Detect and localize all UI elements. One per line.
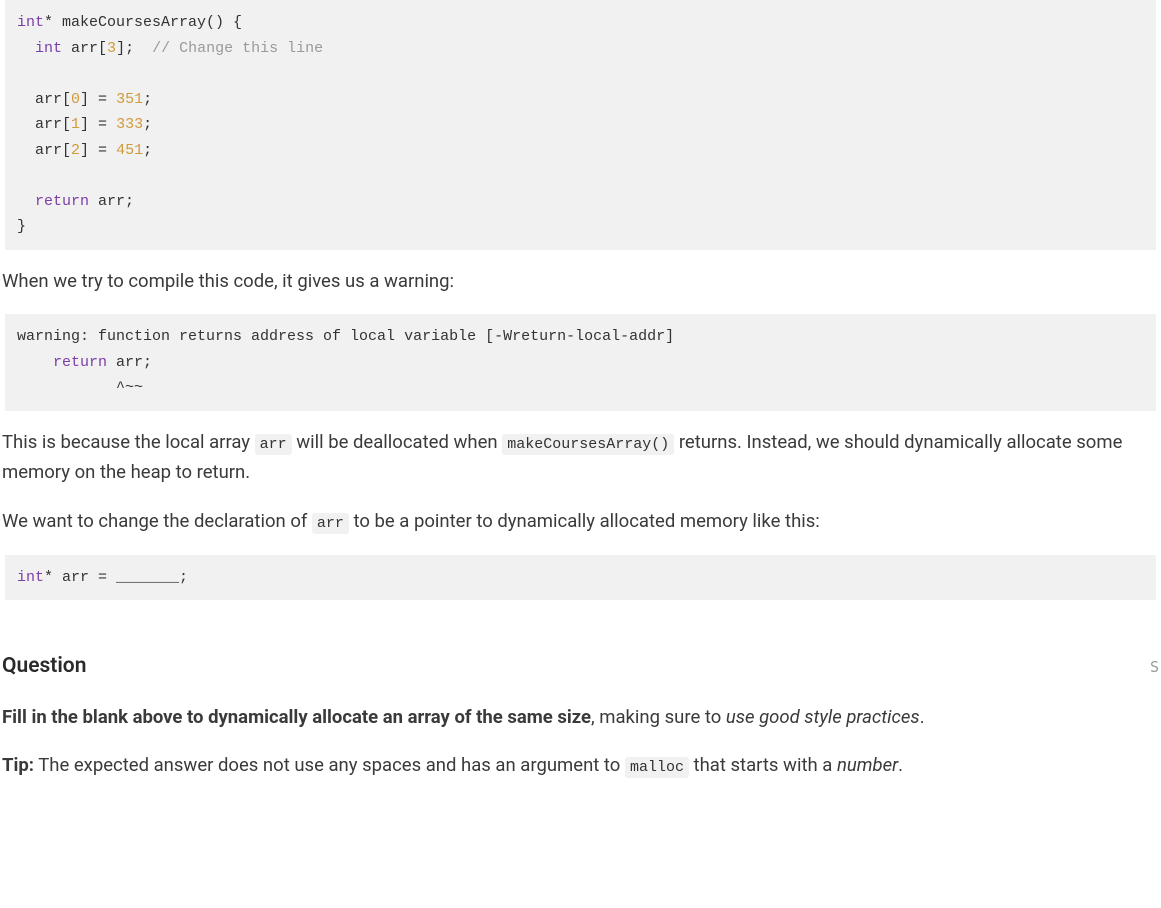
code-block-function: int* makeCoursesArray() { int arr[3]; //… bbox=[5, 0, 1156, 250]
prompt-text: , making sure to bbox=[591, 706, 726, 728]
inline-code-arr: arr bbox=[312, 513, 349, 534]
inline-code-malloc: malloc bbox=[625, 757, 689, 778]
code-indent bbox=[17, 193, 35, 210]
code-token-number: 1 bbox=[71, 116, 80, 133]
code-token: ] = bbox=[80, 116, 116, 133]
code-token-number: 451 bbox=[116, 142, 143, 159]
code-indent bbox=[17, 91, 35, 108]
inline-code-fn: makeCoursesArray() bbox=[502, 434, 674, 455]
text-segment: to be a pointer to dynamically allocated… bbox=[349, 510, 820, 532]
tip-label: Tip: bbox=[2, 754, 34, 776]
explanation-paragraph-3: We want to change the declaration of arr… bbox=[2, 506, 1159, 537]
code-token: } bbox=[17, 218, 26, 235]
code-token: ]; bbox=[116, 40, 152, 57]
code-indent bbox=[17, 354, 53, 371]
code-token-number: 333 bbox=[116, 116, 143, 133]
code-token: arr[ bbox=[35, 91, 71, 108]
code-token-number: 3 bbox=[107, 40, 116, 57]
text-segment: will be deallocated when bbox=[292, 431, 503, 453]
code-token-type: int bbox=[17, 14, 44, 31]
prompt-italic: number bbox=[837, 754, 898, 776]
code-token-number: 0 bbox=[71, 91, 80, 108]
code-block-blank: int* arr = _______; bbox=[5, 555, 1156, 601]
code-token: arr[ bbox=[35, 116, 71, 133]
code-token-comment: // Change this line bbox=[152, 40, 323, 57]
code-token-keyword: return bbox=[35, 193, 89, 210]
question-tag: S bbox=[1150, 655, 1159, 679]
code-token: ; bbox=[143, 116, 152, 133]
code-token: ] = bbox=[80, 91, 116, 108]
code-token-number: 351 bbox=[116, 91, 143, 108]
code-token: ; bbox=[143, 142, 152, 159]
code-token: ] = bbox=[80, 142, 116, 159]
text-segment: We want to change the declaration of bbox=[2, 510, 312, 532]
question-prompt-2: Tip: The expected answer does not use an… bbox=[2, 750, 1159, 781]
prompt-text: . bbox=[898, 754, 903, 776]
prompt-bold: Fill in the blank above to dynamically a… bbox=[2, 706, 591, 728]
question-prompt-1: Fill in the blank above to dynamically a… bbox=[2, 702, 1159, 733]
warning-caret: ^~~ bbox=[17, 379, 143, 396]
explanation-paragraph-2: This is because the local array arr will… bbox=[2, 427, 1159, 488]
code-token-type: int bbox=[35, 40, 62, 57]
code-token: makeCoursesArray() { bbox=[53, 14, 242, 31]
text-segment: This is because the local array bbox=[2, 431, 255, 453]
prompt-text: that starts with a bbox=[689, 754, 837, 776]
code-token: arr; bbox=[107, 354, 152, 371]
question-heading: Question bbox=[2, 650, 86, 684]
code-token-type: int bbox=[17, 569, 44, 586]
code-token-number: 2 bbox=[71, 142, 80, 159]
code-token: arr; bbox=[89, 193, 134, 210]
inline-code-arr: arr bbox=[255, 434, 292, 455]
code-block-warning: warning: function returns address of loc… bbox=[5, 314, 1156, 411]
code-indent bbox=[17, 142, 35, 159]
warning-line: warning: function returns address of loc… bbox=[17, 328, 674, 345]
code-token: ; bbox=[143, 91, 152, 108]
prompt-text: . bbox=[920, 706, 925, 728]
explanation-paragraph-1: When we try to compile this code, it giv… bbox=[2, 266, 1159, 297]
code-token: * bbox=[44, 14, 53, 31]
code-token: arr[ bbox=[35, 142, 71, 159]
code-indent bbox=[17, 116, 35, 133]
code-token: * arr = _______; bbox=[44, 569, 188, 586]
code-token: arr[ bbox=[62, 40, 107, 57]
code-indent bbox=[17, 40, 35, 57]
code-token-keyword: return bbox=[53, 354, 107, 371]
prompt-text: The expected answer does not use any spa… bbox=[34, 754, 625, 776]
question-header-row: Question S bbox=[2, 650, 1159, 684]
prompt-italic: use good style practices bbox=[726, 706, 920, 728]
